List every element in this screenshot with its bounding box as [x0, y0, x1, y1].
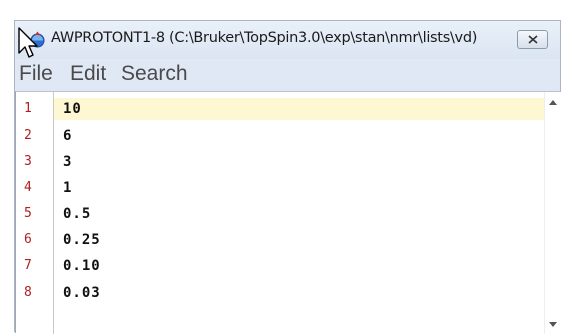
scroll-down-arrow-icon[interactable]: [549, 322, 557, 327]
window-title: AWPROTONT1-8 (C:\Bruker\TopSpin3.0\exp\s…: [51, 30, 478, 46]
line-text[interactable]: 10: [63, 101, 82, 117]
line-text[interactable]: 1: [63, 180, 72, 196]
text-editor[interactable]: 1 10 2 6 3 3 4 1 5 0.5 6 0.25 7 0.10 8 0: [15, 91, 562, 334]
title-bar[interactable]: AWPROTONT1-8 (C:\Bruker\TopSpin3.0\exp\s…: [15, 21, 560, 59]
line-text[interactable]: 6: [63, 128, 72, 144]
vertical-scrollbar[interactable]: [544, 92, 562, 334]
close-button[interactable]: [517, 30, 548, 49]
line-number: 7: [24, 258, 32, 273]
line-text[interactable]: 0.25: [63, 232, 101, 248]
line-text[interactable]: 0.10: [63, 258, 101, 274]
line-text[interactable]: 0.5: [63, 206, 91, 222]
line-number-gutter: [16, 92, 54, 334]
line-number: 5: [24, 206, 32, 221]
line-number: 6: [24, 232, 32, 247]
menu-search[interactable]: Search: [121, 62, 188, 86]
menu-bar: File Edit Search: [15, 59, 560, 91]
scroll-up-arrow-icon[interactable]: [549, 100, 557, 105]
line-text[interactable]: 3: [63, 154, 72, 170]
menu-file[interactable]: File: [19, 62, 53, 86]
close-icon: [528, 35, 538, 44]
editor-window: AWPROTONT1-8 (C:\Bruker\TopSpin3.0\exp\s…: [14, 20, 562, 334]
current-line-highlight: [54, 98, 544, 120]
line-number: 4: [24, 180, 32, 195]
line-number: 2: [24, 128, 32, 143]
line-number: 3: [24, 154, 32, 169]
line-number: 8: [24, 285, 32, 300]
line-text[interactable]: 0.03: [63, 285, 101, 301]
line-number: 1: [24, 101, 32, 116]
mouse-pointer-icon: [18, 27, 38, 58]
menu-edit[interactable]: Edit: [70, 62, 106, 86]
